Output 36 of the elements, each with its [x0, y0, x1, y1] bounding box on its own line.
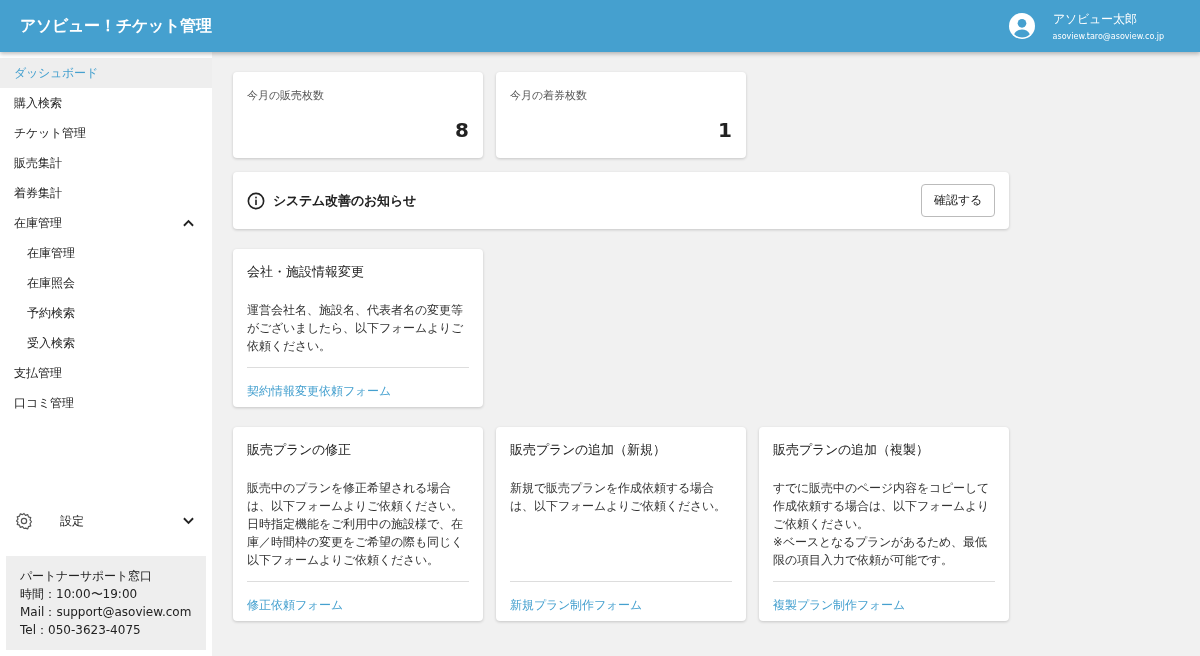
- card-title: 販売プランの追加（新規）: [510, 441, 667, 459]
- support-text: Tel：050-3623-4075: [20, 622, 142, 638]
- support-text: 時間：10:00〜19:00: [20, 586, 139, 602]
- nav-item[interactable]: 支払管理: [0, 358, 212, 388]
- card-text: 販売中のプランを修正希望される場合は、以下フォームよりご依頼ください。日時指定機能をご利用中の施設様で、在庫／時間枠の変更をご希望の際も同じく以下フォームよりご依頼ください。: [247, 480, 464, 569]
- stat-value: 8: [455, 118, 469, 142]
- nav-subitem[interactable]: 受入検索: [0, 328, 212, 358]
- card-text: 運営会社名、施設名、代表者名の変更等がございましたら、以下フォームよりご依頼ください。: [247, 302, 464, 355]
- nav-item[interactable]: 在庫管理: [0, 208, 212, 238]
- user-avatar-icon[interactable]: [1008, 13, 1035, 39]
- settings-item[interactable]: 設定: [0, 506, 212, 536]
- card-title: 販売プランの追加（複製）: [773, 441, 930, 459]
- support-text: パートナーサポート窓口: [20, 568, 153, 584]
- nav-subitem[interactable]: 予約検索: [0, 298, 212, 328]
- card-text: すでに販売中のページ内容をコピーして作成依頼する場合は、以下フォームよりご依頼ください。 ※ベースとなるプランがあるため、最低限の項目入力で依頼が可能です。: [773, 480, 990, 569]
- user-name: アソビュー太郎: [1052, 11, 1138, 28]
- user-email: asoview.taro@asoview.co.jp: [1052, 32, 1164, 41]
- card-title: 販売プランの修正: [247, 441, 352, 459]
- nav-subitem[interactable]: 在庫照会: [0, 268, 212, 298]
- app-title: アソビュー！チケット管理: [20, 15, 212, 37]
- notice-title: システム改善のお知らせ: [273, 191, 417, 210]
- confirm-button[interactable]: 確認する: [921, 184, 995, 217]
- nav-item[interactable]: 口コミ管理: [0, 388, 212, 418]
- nav-item[interactable]: 販売集計: [0, 148, 212, 178]
- stat-label: 今月の着券枚数: [510, 88, 588, 103]
- card-text: 新規で販売プランを作成依頼する場合は、以下フォームよりご依頼ください。: [510, 480, 727, 515]
- nav-item[interactable]: 購入検索: [0, 88, 212, 118]
- nav-subitem[interactable]: 在庫管理: [0, 238, 212, 268]
- nav-item[interactable]: 着券集計: [0, 178, 212, 208]
- card-title: 会社・施設情報変更: [247, 263, 365, 281]
- stat-label: 今月の販売枚数: [247, 88, 325, 103]
- stat-value: 1: [718, 118, 732, 142]
- info-icon: [247, 191, 265, 210]
- settings-icon: [15, 512, 33, 530]
- nav-item[interactable]: チケット管理: [0, 118, 212, 148]
- support-text: Mail：support@asoview.com: [20, 604, 192, 620]
